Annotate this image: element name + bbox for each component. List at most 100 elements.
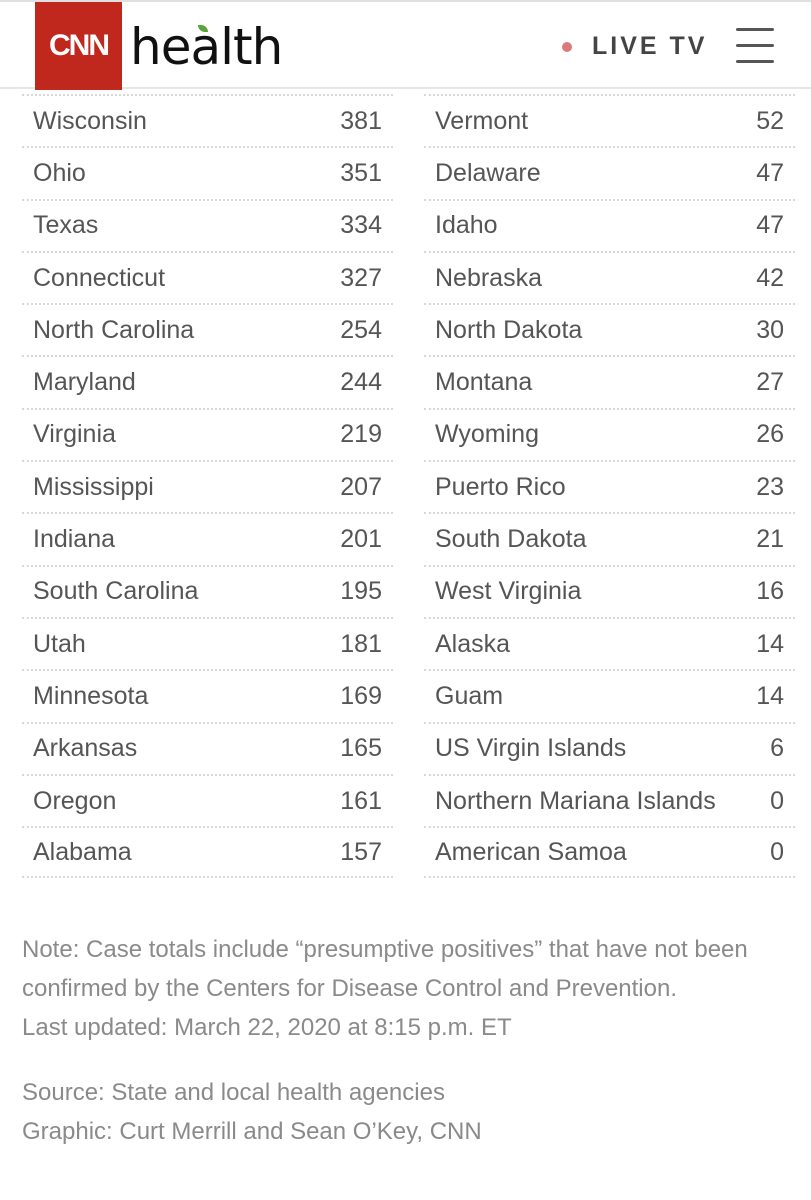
case-count: 14 <box>756 629 784 658</box>
case-count: 6 <box>770 734 784 763</box>
case-count: 327 <box>340 263 382 292</box>
menu-line <box>736 60 774 63</box>
table-row: Guam 14 <box>424 669 795 721</box>
table-row: Minnesota 169 <box>22 669 393 721</box>
table-row: Virginia 219 <box>22 407 393 460</box>
state-name: American Samoa <box>435 837 627 866</box>
table-row: Puerto Rico 23 <box>424 460 795 512</box>
state-name: Connecticut <box>33 263 166 292</box>
state-name: Texas <box>33 211 99 240</box>
case-count: 181 <box>340 629 382 658</box>
last-updated: Last updated: March 22, 2020 at 8:15 p.m… <box>22 1014 512 1041</box>
case-count: 219 <box>340 420 382 449</box>
footer-notes: Note: Case totals include “presumptive p… <box>22 930 802 1151</box>
state-name: Montana <box>435 368 533 397</box>
case-count: 381 <box>340 106 382 135</box>
cnn-logo[interactable]: CNN <box>35 2 122 90</box>
state-name: Wisconsin <box>33 106 147 135</box>
case-count: 23 <box>756 472 784 501</box>
table-row: Nebraska 42 <box>424 250 795 303</box>
state-name: Oregon <box>33 786 117 815</box>
case-count: 195 <box>340 577 382 606</box>
state-name: Wyoming <box>435 420 539 449</box>
table-row: Delaware 47 <box>424 146 795 198</box>
cnn-logo-text: CNN <box>49 29 110 62</box>
case-count: 42 <box>756 263 784 292</box>
live-tv-label: LIVE TV <box>592 32 708 60</box>
table-row: Ohio 351 <box>22 146 393 198</box>
table-row: Alaska 14 <box>424 616 795 669</box>
live-dot-icon <box>562 41 572 52</box>
note-text: Note: Case totals include “presumptive p… <box>22 936 748 1002</box>
case-count: 169 <box>340 681 382 710</box>
state-name: Virginia <box>33 420 116 449</box>
cases-table-left-column: Wisconsin 381 Ohio 351 Texas 334 Connecticut 32… <box>22 94 393 879</box>
case-count: 201 <box>340 525 382 554</box>
case-count: 165 <box>340 734 382 763</box>
case-count: 254 <box>340 315 382 344</box>
case-count: 27 <box>756 368 784 397</box>
table-row: Wisconsin 381 <box>22 94 393 146</box>
case-count: 0 <box>770 786 784 815</box>
table-row: Mississippi 207 <box>22 460 393 512</box>
table-row: Connecticut 327 <box>22 250 393 303</box>
state-name: Puerto Rico <box>435 472 566 501</box>
table-row: Utah 181 <box>22 616 393 669</box>
case-count: 30 <box>756 315 784 344</box>
table-row: Idaho 47 <box>424 198 795 251</box>
table-row: American Samoa 0 <box>424 826 795 879</box>
state-name: South Carolina <box>33 577 199 606</box>
table-row: Alabama 157 <box>22 826 393 879</box>
state-name: Northern Mariana Islands <box>435 786 716 815</box>
state-name: Mississippi <box>33 472 154 501</box>
source-text: Source: State and local health agencies <box>22 1079 445 1106</box>
state-name: Utah <box>33 629 86 658</box>
state-name: South Dakota <box>435 525 587 554</box>
case-count: 16 <box>756 577 784 606</box>
state-name: West Virginia <box>435 577 582 606</box>
graphic-credit: Graphic: Curt Merrill and Sean O’Key, CN… <box>22 1118 482 1145</box>
table-row: Northern Mariana Islands 0 <box>424 773 795 826</box>
case-count: 47 <box>756 211 784 240</box>
state-name: Delaware <box>435 158 541 187</box>
table-row: North Dakota 30 <box>424 303 795 355</box>
state-name: Vermont <box>435 106 529 135</box>
state-name: US Virgin Islands <box>435 734 627 763</box>
site-header: CNN health LIVE TV <box>0 0 811 90</box>
case-count: 244 <box>340 368 382 397</box>
cases-table-right-column: Vermont 52 Delaware 47 Idaho 47 Nebraska 42 Nort… <box>424 94 795 879</box>
state-name: Maryland <box>33 368 136 397</box>
table-row: Arkansas 165 <box>22 721 393 774</box>
table-row: US Virgin Islands 6 <box>424 721 795 774</box>
table-row: South Dakota 21 <box>424 512 795 564</box>
state-name: Ohio <box>33 158 86 187</box>
table-row: Montana 27 <box>424 355 795 407</box>
table-row: Texas 334 <box>22 198 393 251</box>
state-name: Alaska <box>435 629 511 658</box>
case-count: 351 <box>340 158 382 187</box>
case-count: 14 <box>756 681 784 710</box>
state-name: Minnesota <box>33 681 149 710</box>
menu-line <box>736 44 774 47</box>
state-name: Idaho <box>435 211 498 240</box>
state-name: North Dakota <box>435 315 583 344</box>
case-count: 47 <box>756 158 784 187</box>
case-count: 0 <box>770 837 784 866</box>
live-tv-button[interactable]: LIVE TV <box>562 32 707 61</box>
case-count: 52 <box>756 106 784 135</box>
state-name: North Carolina <box>33 315 195 344</box>
state-name: Arkansas <box>33 734 138 763</box>
case-count: 26 <box>756 420 784 449</box>
table-row: Oregon 161 <box>22 773 393 826</box>
state-name: Alabama <box>33 837 132 866</box>
table-row: Maryland 244 <box>22 355 393 407</box>
state-name: Guam <box>435 681 504 710</box>
table-row: South Carolina 195 <box>22 564 393 617</box>
table-row: Vermont 52 <box>424 94 795 146</box>
state-name: Indiana <box>33 525 116 554</box>
table-row: North Carolina 254 <box>22 303 393 355</box>
case-count: 21 <box>756 525 784 554</box>
hamburger-menu-icon[interactable] <box>736 28 776 64</box>
case-count: 157 <box>340 837 382 866</box>
